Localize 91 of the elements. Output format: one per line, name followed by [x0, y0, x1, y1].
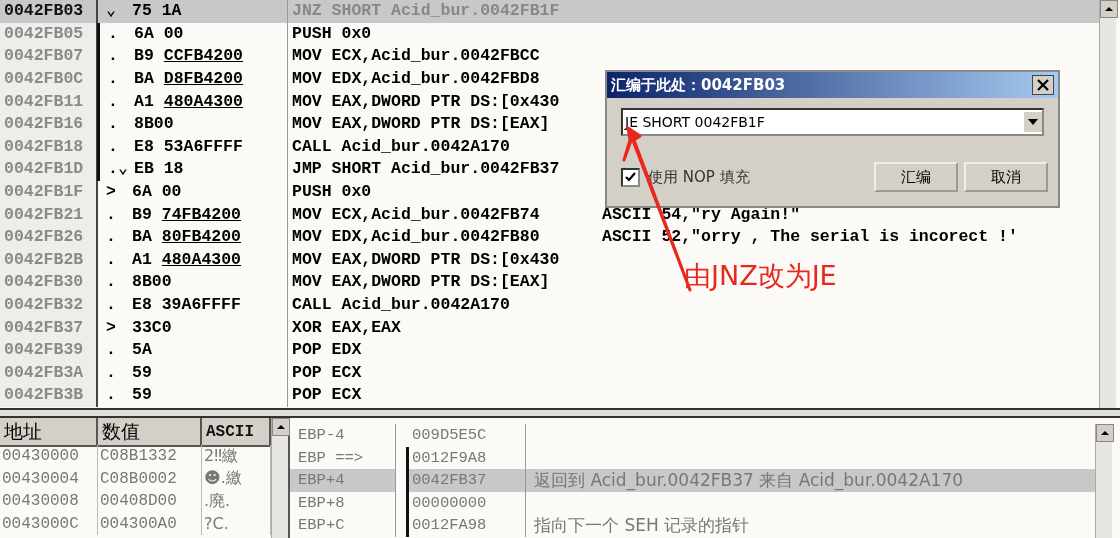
dialog-title: 汇编于此处：0042FB03	[611, 75, 786, 95]
dump-address: 00430008	[0, 490, 98, 513]
disassembly-cell-text: MOV EAX,DWORD PTR DS:[EAX]	[291, 271, 551, 294]
checkmark-icon	[625, 171, 636, 183]
close-icon[interactable]	[1032, 75, 1054, 95]
disassembly-cell-text: MOV EAX,DWORD PTR DS:[0x430	[291, 90, 561, 113]
stack-label: EBP+C	[290, 514, 396, 537]
hex-cell: . A1 480A4300	[97, 90, 288, 113]
dump-address: 0043000C	[0, 512, 98, 535]
hex-cell: . E8 39A6FFFF	[98, 293, 288, 317]
hex-cell: . 5A	[98, 338, 288, 362]
stack-label: EBP-4	[290, 424, 396, 447]
disassembly-cell-text: POP EDX	[291, 339, 363, 362]
dialog-button[interactable]: 取消	[964, 162, 1048, 192]
address-cell[interactable]: 0042FB16	[0, 112, 98, 136]
disassembly-cell-text: POP ECX	[291, 361, 363, 384]
dump-value: 00408D00	[98, 490, 202, 513]
address-cell[interactable]: 0042FB18	[0, 135, 98, 159]
scroll-up-icon[interactable]	[1096, 424, 1114, 442]
disassembly-cell-text: MOV EDX,Acid_bur.0042FB80	[291, 226, 541, 249]
scrollbar[interactable]	[1099, 0, 1116, 408]
stack-comment: 指向下一个 SEH 记录的指针	[533, 514, 751, 537]
disassembly-cell-text: PUSH 0x0	[291, 181, 373, 204]
address-cell[interactable]: 0042FB2B	[0, 248, 98, 272]
hex-cell: > 33C0	[98, 316, 288, 339]
dump-value: 004300A0	[98, 512, 202, 535]
hex-cell: . 8B00	[98, 271, 288, 294]
dump-value: C08B1332	[98, 445, 202, 468]
disassembly-cell-text: MOV EDX,Acid_bur.0042FBD8	[291, 68, 541, 91]
hex-cell: .⌄ EB 18	[97, 158, 288, 181]
dropdown-icon[interactable]	[1028, 119, 1038, 125]
stack-label: EBP+8	[290, 491, 396, 514]
disassembly-cell-text: CALL Acid_bur.0042A170	[291, 135, 511, 158]
hex-cell: . BA D8FB4200	[97, 67, 288, 91]
disassembly-cell-text: MOV EAX,DWORD PTR DS:[0x430	[291, 248, 561, 271]
dump-value: C08B0002	[98, 467, 202, 490]
hex-cell: ⌄ 75 1A	[98, 0, 288, 23]
dump-address: 00430000	[0, 445, 98, 468]
address-cell[interactable]: 0042FB1D	[0, 158, 98, 181]
column-header[interactable]: 数值	[98, 418, 202, 447]
address-cell[interactable]: 0042FB07	[0, 45, 98, 68]
address-cell[interactable]: 0042FB05	[0, 22, 98, 46]
hex-cell: . E8 53A6FFFF	[97, 135, 288, 159]
address-cell[interactable]: 0042FB32	[0, 293, 98, 317]
address-cell[interactable]: 0042FB30	[0, 271, 98, 294]
stack-comment: 返回到 Acid_bur.0042FB37 来自 Acid_bur.0042A170	[526, 469, 1095, 492]
disassembly-cell-text: MOV ECX,Acid_bur.0042FB74	[291, 203, 541, 226]
address-cell[interactable]: 0042FB3B	[0, 384, 98, 407]
disassembly-cell: JNZ SHORT Acid_bur.0042FB1F	[288, 0, 598, 23]
nop-fill-checkbox[interactable]	[621, 167, 640, 187]
address-cell[interactable]: 0042FB0C	[0, 67, 98, 91]
disassembly-cell-text: XOR EAX,EAX	[291, 316, 402, 339]
address-cell[interactable]: 0042FB11	[0, 90, 98, 113]
disassembly-cell-text: MOV EAX,DWORD PTR DS:[EAX]	[291, 113, 551, 136]
address-cell[interactable]: 0042FB3A	[0, 361, 98, 385]
stack-label: EBP+4	[290, 469, 396, 492]
hex-cell: . BA 80FB4200	[98, 225, 288, 249]
dialog-button[interactable]: 汇编	[874, 162, 958, 192]
address-cell[interactable]: 0042FB26	[0, 225, 98, 249]
scroll-up-icon[interactable]	[272, 418, 290, 436]
disassembly-cell-text: MOV ECX,Acid_bur.0042FBCC	[291, 45, 541, 68]
scrollbar[interactable]	[1095, 424, 1112, 538]
hex-cell: . 59	[98, 384, 288, 407]
disassembly-cell-text: JMP SHORT Acid_bur.0042FB37	[291, 158, 561, 181]
hex-cell: . A1 480A4300	[98, 248, 288, 272]
stack-value: 00000000	[406, 491, 526, 514]
dump-address: 00430004	[0, 467, 98, 490]
hex-cell: > 6A 00	[98, 180, 288, 204]
stack-value: 0012FA98	[406, 514, 526, 537]
disassembly-cell-text: PUSH 0x0	[291, 22, 373, 45]
hex-cell: . B9 CCFB4200	[97, 45, 288, 68]
stack-value: 0042FB37	[406, 469, 526, 492]
disassembly-cell-text: CALL Acid_bur.0042A170	[291, 294, 511, 316]
comment-cell-text: ASCII 54,"ry Again!"	[601, 203, 802, 226]
scroll-up-icon[interactable]	[1100, 0, 1118, 18]
column-header[interactable]: 地址	[0, 418, 98, 447]
stack-value: 009D5E5C	[396, 424, 526, 447]
hex-cell: . 6A 00	[97, 22, 288, 46]
splitter[interactable]	[0, 410, 1120, 418]
column-header[interactable]: ASCII	[202, 418, 271, 447]
hex-cell: . 8B00	[97, 112, 288, 136]
address-cell[interactable]: 0042FB1F	[0, 180, 98, 204]
hex-cell: . 59	[98, 361, 288, 385]
address-cell[interactable]: 0042FB03	[0, 0, 98, 23]
address-cell[interactable]: 0042FB39	[0, 338, 98, 362]
hex-cell: . B9 74FB4200	[98, 203, 288, 226]
address-cell[interactable]: 0042FB21	[0, 203, 98, 226]
disassembly-cell-text: POP ECX	[291, 384, 363, 407]
scrollbar[interactable]	[271, 418, 288, 538]
address-cell[interactable]: 0042FB37	[0, 316, 98, 339]
instruction-field[interactable]: JE SHORT 0042FB1F	[621, 108, 1044, 136]
